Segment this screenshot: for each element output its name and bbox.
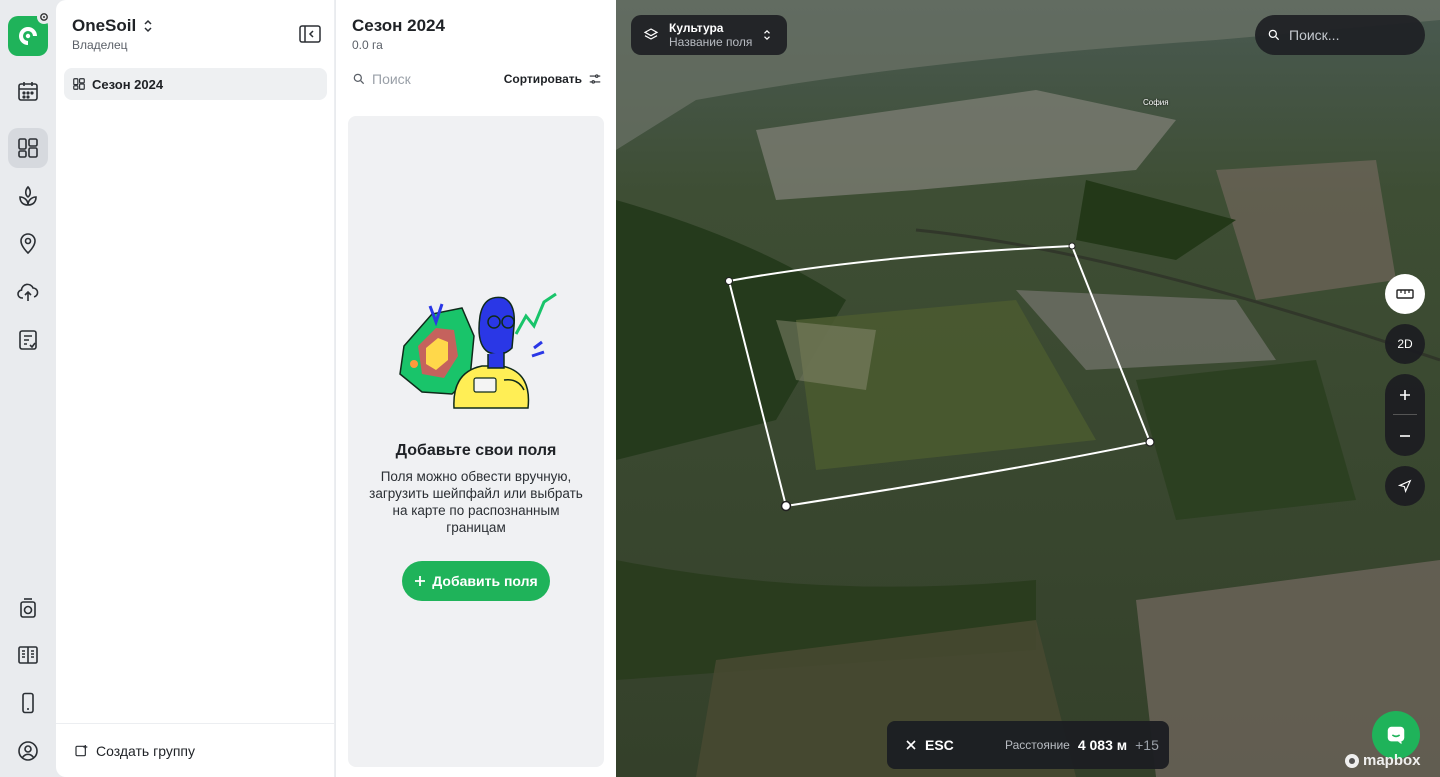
- mapbox-attribution[interactable]: mapbox: [1344, 752, 1421, 769]
- crop-icon[interactable]: [8, 176, 48, 216]
- measure-toolbar: ESC Расстояние 4 083 м +15: [887, 721, 1169, 769]
- add-fields-button[interactable]: Добавить поля: [402, 561, 550, 601]
- layer-select-labels: Культура Название поля: [669, 21, 752, 49]
- map-search-input[interactable]: Поиск...: [1255, 15, 1425, 55]
- icon-rail: [0, 0, 56, 777]
- distance-extra: +15: [1135, 737, 1159, 753]
- mobile-app-icon[interactable]: [8, 683, 48, 723]
- knowledge-book-icon[interactable]: [8, 635, 48, 675]
- drone-scan-icon[interactable]: [8, 588, 48, 628]
- add-folder-icon: [75, 744, 88, 756]
- reports-icon[interactable]: [8, 320, 48, 360]
- sort-button[interactable]: Сортировать: [504, 72, 602, 86]
- sliders-icon: [589, 74, 601, 84]
- org-name: OneSoil: [72, 16, 137, 35]
- sidebar-collapse-icon: [299, 25, 321, 43]
- search-placeholder: Поиск: [372, 71, 411, 87]
- calendar-icon[interactable]: [8, 71, 48, 111]
- zoom-divider: [1393, 414, 1417, 415]
- groups-sidebar: OneSoil Владелец Сезон 2024 Создать груп…: [56, 0, 335, 777]
- satellite-map[interactable]: София Культура Название поля Поиск... 2D…: [616, 0, 1440, 777]
- layers-icon: [643, 28, 659, 40]
- fields-toolbar: Поиск Сортировать: [352, 70, 602, 88]
- chevron-updown-icon: [764, 29, 771, 41]
- zoom-controls: [1385, 374, 1425, 456]
- chevron-updown-icon: [144, 19, 152, 33]
- profile-avatar-icon[interactable]: [8, 731, 48, 771]
- ruler-icon: [1396, 289, 1414, 299]
- group-item-season-2024[interactable]: Сезон 2024: [64, 68, 327, 100]
- zoom-out-button[interactable]: [1385, 415, 1425, 456]
- group-item-label: Сезон 2024: [92, 76, 164, 92]
- view-mode-label: 2D: [1397, 337, 1413, 351]
- fields-search-input[interactable]: Поиск: [352, 71, 411, 87]
- navigation-arrow-icon: [1398, 479, 1412, 493]
- org-switcher[interactable]: OneSoil: [72, 16, 154, 36]
- esc-button[interactable]: ESC: [905, 737, 1005, 753]
- locate-button[interactable]: [1385, 466, 1425, 506]
- search-icon: [1268, 29, 1280, 41]
- distance-label: Расстояние: [1005, 738, 1070, 752]
- layer-select[interactable]: Культура Название поля: [631, 15, 787, 55]
- create-group-button[interactable]: Создать группу: [56, 723, 335, 777]
- ruler-button[interactable]: [1385, 274, 1425, 314]
- logo-icon: [18, 27, 37, 45]
- chat-icon: [1387, 726, 1405, 745]
- season-area: 0.0 га: [352, 38, 383, 52]
- mapbox-logo-icon: [1345, 753, 1359, 768]
- empty-state-description: Поля можно обвести вручную, загрузить ше…: [369, 469, 583, 535]
- view-mode-toggle[interactable]: 2D: [1385, 324, 1425, 364]
- collapse-sidebar-button[interactable]: [298, 22, 322, 46]
- minus-icon: [1400, 434, 1410, 437]
- esc-label: ESC: [925, 737, 954, 753]
- org-role: Владелец: [72, 38, 128, 52]
- close-icon: [906, 740, 916, 750]
- settings-gear-icon[interactable]: [37, 10, 51, 24]
- place-label: София: [1143, 98, 1169, 107]
- fields-panel: Сезон 2024 0.0 га Поиск Сортировать Доба…: [336, 0, 616, 777]
- mapbox-wordmark: mapbox: [1363, 752, 1421, 769]
- layer-select-title: Культура: [669, 21, 724, 35]
- empty-state-card: Добавьте свои поля Поля можно обвести вр…: [348, 116, 604, 767]
- location-pin-icon[interactable]: [8, 224, 48, 264]
- map-search-placeholder: Поиск...: [1289, 27, 1340, 43]
- empty-state-title: Добавьте свои поля: [395, 442, 557, 459]
- search-icon: [353, 73, 365, 85]
- sort-label: Сортировать: [503, 72, 582, 86]
- farmer-illustration: [399, 292, 557, 409]
- create-group-label: Создать группу: [96, 742, 195, 759]
- zoom-in-button[interactable]: [1385, 374, 1425, 415]
- distance-value: 4 083 м: [1077, 737, 1128, 753]
- layer-select-subtitle: Название поля: [669, 35, 753, 49]
- satellite-imagery: [616, 0, 1440, 777]
- season-title: Сезон 2024: [352, 16, 445, 35]
- plus-icon: [1400, 389, 1410, 400]
- fields-icon[interactable]: [8, 128, 48, 168]
- upload-cloud-icon[interactable]: [8, 272, 48, 312]
- fields-group-icon: [73, 78, 85, 90]
- plus-icon: [415, 576, 426, 586]
- add-fields-label: Добавить поля: [432, 573, 538, 589]
